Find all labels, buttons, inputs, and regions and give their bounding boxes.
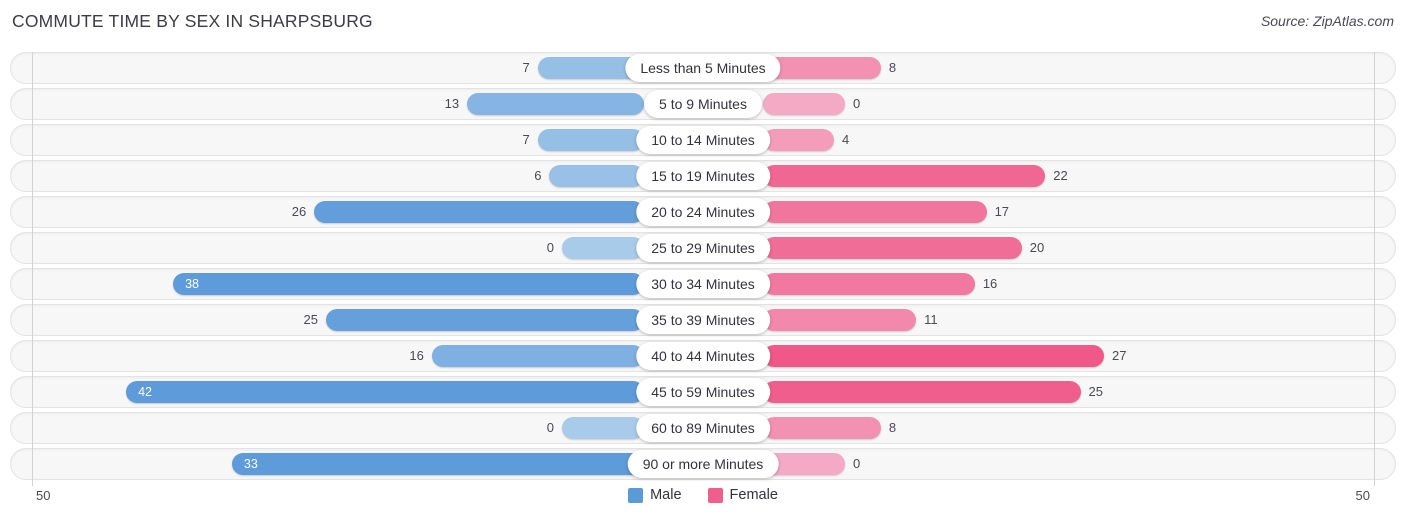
category-label: 40 to 44 Minutes (636, 342, 770, 370)
bar-female[interactable] (763, 417, 881, 439)
bar-male[interactable] (467, 93, 644, 115)
legend-label: Female (729, 487, 778, 503)
bar-male[interactable] (562, 417, 644, 439)
value-label-male: 33 (243, 457, 258, 471)
value-label-male: 38 (185, 277, 200, 291)
bar-female[interactable] (763, 345, 1104, 367)
source-attribution: Source: ZipAtlas.com (1260, 13, 1394, 29)
bar-male[interactable] (314, 201, 644, 223)
legend-item[interactable]: Female (707, 487, 778, 503)
category-label: Less than 5 Minutes (625, 54, 781, 82)
bar-female[interactable] (763, 237, 1022, 259)
bar-female[interactable] (763, 57, 881, 79)
value-label-female: 20 (1029, 240, 1045, 255)
category-label: 90 or more Minutes (627, 450, 779, 478)
category-label: 15 to 19 Minutes (636, 162, 770, 190)
value-label-female: 8 (888, 60, 897, 75)
value-label-female: 17 (994, 204, 1010, 219)
value-label-female: 0 (853, 456, 861, 471)
value-label-female: 22 (1053, 168, 1068, 183)
bar-female[interactable] (763, 165, 1046, 187)
bar-female[interactable] (763, 93, 845, 115)
category-label: 25 to 29 Minutes (636, 234, 770, 262)
bar-male[interactable] (173, 273, 644, 295)
legend-swatch-icon (707, 487, 723, 503)
value-label-female: 4 (841, 132, 850, 147)
chart-root: COMMUTE TIME BY SEX IN SHARPSBURG Source… (0, 0, 1406, 523)
bar-male[interactable] (537, 129, 644, 151)
bar-female[interactable] (763, 129, 834, 151)
category-label: 5 to 9 Minutes (644, 90, 762, 118)
chart-legend: Male Female (0, 487, 1406, 503)
value-label-female: 25 (1088, 384, 1103, 399)
value-label-female: 0 (853, 96, 861, 111)
legend-swatch-icon (628, 487, 644, 503)
legend-item[interactable]: Male (628, 487, 682, 503)
value-label-male: 13 (444, 96, 460, 111)
axis-line-left (32, 52, 33, 486)
category-label: 45 to 59 Minutes (636, 378, 770, 406)
legend-label: Male (650, 487, 682, 503)
value-label-male: 25 (303, 312, 318, 327)
bar-female[interactable] (763, 309, 917, 331)
bar-male[interactable] (431, 345, 644, 367)
bar-male[interactable] (231, 453, 644, 475)
value-label-male: 0 (546, 420, 554, 435)
page-title: COMMUTE TIME BY SEX IN SHARPSBURG (12, 11, 373, 31)
category-label: 35 to 39 Minutes (636, 306, 770, 334)
bar-male[interactable] (562, 237, 644, 259)
value-label-female: 11 (924, 312, 938, 327)
category-label: 30 to 34 Minutes (636, 270, 770, 298)
bar-female[interactable] (763, 273, 975, 295)
bar-male[interactable] (126, 381, 644, 403)
value-label-male: 16 (409, 348, 424, 363)
value-label-female: 16 (982, 276, 998, 291)
bar-male[interactable] (549, 165, 644, 187)
value-label-male: 0 (546, 240, 554, 255)
category-label: 10 to 14 Minutes (636, 126, 770, 154)
category-label: 60 to 89 Minutes (636, 414, 770, 442)
value-label-female: 8 (888, 420, 897, 435)
plot-area: 7 8 Less than 5 Minutes 13 0 5 to 9 Minutes 7 4… (0, 52, 1406, 486)
value-label-male: 6 (534, 168, 542, 183)
value-label-female: 27 (1111, 348, 1127, 363)
bar-female[interactable] (763, 381, 1081, 403)
value-label-male: 26 (291, 204, 307, 219)
axis-line-right (1374, 52, 1375, 486)
value-label-male: 42 (138, 385, 152, 399)
bar-female[interactable] (763, 201, 987, 223)
category-label: 20 to 24 Minutes (636, 198, 770, 226)
value-label-male: 7 (522, 60, 530, 75)
bar-male[interactable] (326, 309, 644, 331)
value-label-male: 7 (522, 132, 530, 147)
